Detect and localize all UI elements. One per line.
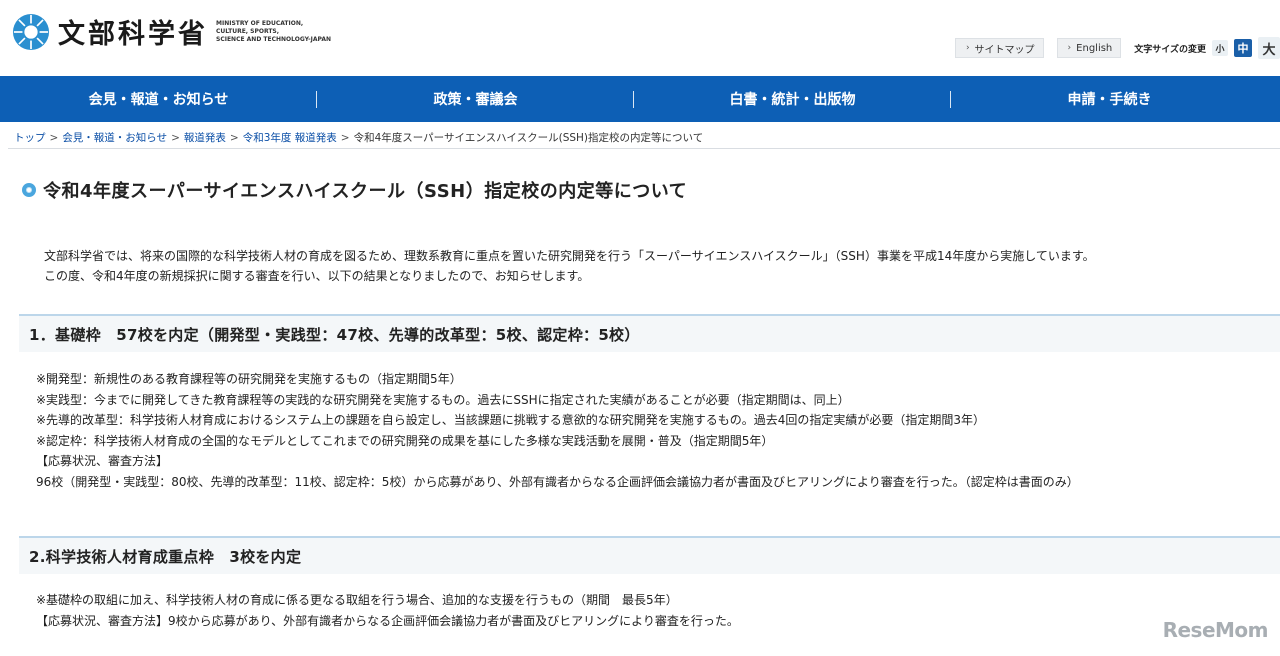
section-line: ※実践型：今までに開発してきた教育課程等の実践的な研究開発を実施するもの。過去に…	[36, 392, 850, 407]
breadcrumb-top[interactable]: トップ	[14, 130, 46, 145]
section-heading-1: 1．基礎枠 57校を内定（開発型・実践型：47校、先導的改革型：5校、認定枠：5…	[19, 314, 1280, 352]
section-line: ※開発型：新規性のある教育課程等の研究開発を実施するもの（指定期間5年）	[36, 372, 462, 386]
section-body-2: ※基礎枠の取組に加え、科学技術人材の育成に係る更なる取組を行う場合、追加的な支援…	[36, 590, 1276, 631]
sitemap-link-label: サイトマップ	[974, 44, 1035, 56]
chevron-right-icon: ›	[1067, 43, 1072, 53]
font-size-medium-button[interactable]: 中	[1234, 39, 1252, 57]
breadcrumb-separator: >	[340, 131, 350, 144]
watermark-logo: ReseMom	[1162, 618, 1269, 642]
font-size-label: 文字サイズの変更	[1134, 44, 1206, 55]
breadcrumb-divider	[8, 148, 1280, 149]
breadcrumb-releases[interactable]: 報道発表	[184, 130, 226, 145]
nav-item-publications[interactable]: 白書・統計・出版物	[634, 76, 951, 122]
nav-item-policy[interactable]: 政策・審議会	[317, 76, 634, 122]
utility-bar: › サイトマップ › English 文字サイズの変更 小 中 大	[954, 37, 1280, 59]
section-body-1: ※開発型：新規性のある教育課程等の研究開発を実施するもの（指定期間5年） ※実践…	[36, 369, 1276, 492]
sitemap-link[interactable]: › サイトマップ	[954, 38, 1044, 58]
font-size-large-button[interactable]: 大	[1258, 37, 1280, 59]
section-heading-2: 2.科学技術人材育成重点枠 3校を内定	[19, 536, 1280, 574]
page-title-text: 令和4年度スーパーサイエンスハイスクール（SSH）指定校の内定等について	[43, 181, 688, 202]
chevron-right-icon: ›	[965, 43, 970, 53]
breadcrumb-press[interactable]: 会見・報道・お知らせ	[62, 130, 167, 145]
section-line: ※基礎枠の取組に加え、科学技術人材の育成に係る更なる取組を行う場合、追加的な支援…	[36, 593, 678, 607]
breadcrumb-separator: >	[171, 131, 180, 144]
breadcrumb-r3-releases[interactable]: 令和3年度 報道発表	[243, 130, 337, 145]
logo-english-line: SCIENCE AND TECHNOLOGY-JAPAN	[216, 35, 331, 43]
english-link[interactable]: › English	[1056, 38, 1122, 58]
section-line: 【応募状況、審査方法】9校から応募があり、外部有識者からなる企画評価会議協力者が…	[36, 613, 739, 628]
section-line: 96校（開発型・実践型：80校、先導的改革型：11校、認定枠：5校）から応募があ…	[36, 474, 1079, 489]
section-line: ※先導的改革型：科学技術人材育成におけるシステム上の課題を自ら設定し、当該課題に…	[36, 413, 985, 427]
breadcrumb-separator: >	[49, 131, 59, 144]
logo-english-line: CULTURE, SPORTS,	[216, 27, 280, 35]
global-nav: 会見・報道・お知らせ 政策・審議会 白書・統計・出版物 申請・手続き	[0, 76, 1280, 122]
mext-logo-icon	[12, 13, 50, 50]
font-size-small-button[interactable]: 小	[1212, 40, 1228, 56]
circle-bullet-icon	[22, 183, 36, 197]
intro-text: 文部科学省では、将来の国際的な科学技術人材の育成を図るため、理数系教育に重点を置…	[44, 246, 1276, 286]
intro-paragraph: この度、令和4年度の新規採択に関する審査を行い、以下の結果となりましたので、お知…	[44, 269, 590, 283]
logo-english-line: MINISTRY OF EDUCATION,	[216, 19, 304, 27]
breadcrumb-current: 令和4年度スーパーサイエンスハイスクール(SSH)指定校の内定等について	[353, 132, 704, 144]
section-heading-text: 1．基礎枠 57校を内定（開発型・実践型：47校、先導的改革型：5校、認定枠：5…	[29, 325, 640, 344]
intro-paragraph: 文部科学省では、将来の国際的な科学技術人材の育成を図るため、理数系教育に重点を置…	[44, 249, 1095, 263]
breadcrumb: トップ > 会見・報道・お知らせ > 報道発表 > 令和3年度 報道発表 > 令…	[14, 130, 703, 145]
nav-item-applications[interactable]: 申請・手続き	[951, 76, 1268, 122]
logo-japanese-text: 文部科学省	[58, 19, 208, 50]
section-line: 【応募状況、審査方法】	[36, 454, 169, 468]
english-link-label: English	[1076, 42, 1113, 54]
section-line: ※認定枠：科学技術人材育成の全国的なモデルとしてこれまでの研究開発の成果を基にし…	[36, 433, 774, 448]
section-heading-text: 2.科学技術人材育成重点枠 3校を内定	[29, 547, 302, 566]
page-title: 令和4年度スーパーサイエンスハイスクール（SSH）指定校の内定等について	[22, 177, 687, 203]
logo-english-text: MINISTRY OF EDUCATION, CULTURE, SPORTS, …	[216, 20, 336, 44]
site-header: 文部科学省 MINISTRY OF EDUCATION, CULTURE, SP…	[0, 0, 1280, 76]
breadcrumb-separator: >	[229, 131, 239, 144]
nav-item-press[interactable]: 会見・報道・お知らせ	[0, 76, 317, 122]
site-logo[interactable]: 文部科学省 MINISTRY OF EDUCATION, CULTURE, SP…	[12, 12, 336, 51]
